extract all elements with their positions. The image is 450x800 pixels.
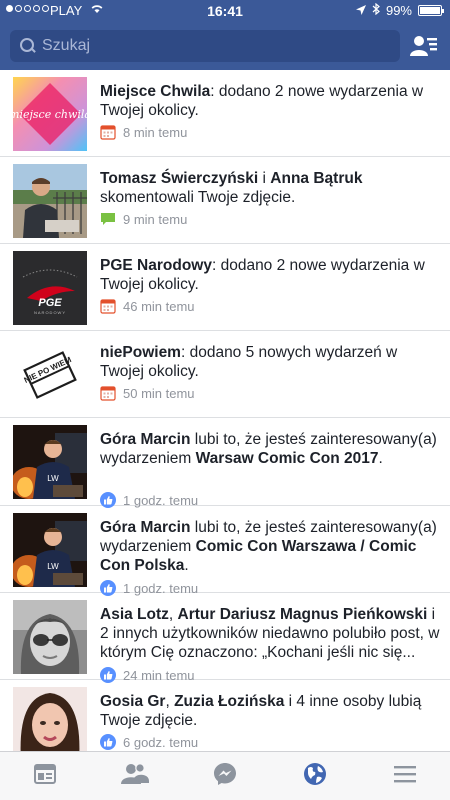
notification-item[interactable]: PGE NARODOWY PGE Narodowy: dodano 2 nowe…	[0, 244, 450, 331]
notification-actor-2: Anna Bątruk	[270, 170, 363, 187]
notification-time: 50 min temu	[123, 385, 195, 401]
notification-item[interactable]: LW Góra Marcin lubi to, że jesteś zainte…	[0, 418, 450, 508]
notification-time: 6 godz. temu	[123, 734, 199, 750]
like-icon	[100, 734, 116, 750]
notification-event: Warsaw Comic Con 2017	[195, 450, 379, 467]
notification-text: Gosia Gr, Zuzia Łozińska i 4 inne osoby …	[100, 692, 440, 730]
thumb-pge-subtext: NARODOWY	[34, 310, 66, 315]
notification-meta: 9 min temu	[100, 211, 187, 227]
bluetooth-icon	[372, 2, 380, 18]
notification-body: skomentowali Twoje zdjęcie.	[100, 189, 296, 206]
notification-item[interactable]: NIE PO WIEM niePowiem: dodano 5 nowych w…	[0, 331, 450, 418]
notification-item[interactable]: Asia Lotz, Artur Dariusz Magnus Pieńkows…	[0, 593, 450, 683]
thumb-miejsce-text: miejsce chwila	[13, 108, 87, 121]
notification-meta: 6 godz. temu	[100, 734, 198, 750]
page-thumbnail-niepowiem: NIE PO WIEM	[13, 338, 87, 412]
news-feed-icon	[34, 763, 56, 789]
svg-text:LW: LW	[47, 562, 59, 571]
tab-messenger[interactable]	[180, 752, 270, 800]
notification-text: Miejsce Chwila: dodano 2 nowe wydarzenia…	[100, 82, 440, 120]
notifications-globe-icon	[303, 762, 327, 791]
notification-meta: 46 min temu	[100, 298, 195, 314]
top-bar: PLAY 16:41 99%	[0, 0, 450, 70]
search-input[interactable]	[42, 37, 382, 55]
notification-text: Tomasz Świerczyński i Anna Bątruk skomen…	[100, 169, 440, 207]
notification-actor-2: Artur Dariusz Magnus Pieńkowski	[177, 606, 428, 623]
avatar-asia-lotz	[13, 600, 87, 674]
avatar-gora-marcin: LW	[13, 425, 87, 499]
page-thumbnail-pge-narodowy: PGE NARODOWY	[13, 251, 87, 325]
tab-menu[interactable]	[360, 752, 450, 800]
notification-item[interactable]: LW Góra Marcin lubi to, że jesteś zainte…	[0, 506, 450, 596]
menu-icon	[394, 765, 416, 788]
thumb-pge-text: PGE	[38, 297, 62, 309]
search-icon	[18, 36, 38, 56]
notification-item[interactable]: Gosia Gr, Zuzia Łozińska i 4 inne osoby …	[0, 680, 450, 751]
notification-connector: i	[258, 170, 271, 187]
page-thumbnail-miejsce-chwila: miejsce chwila	[13, 77, 87, 151]
notification-meta: 50 min temu	[100, 385, 195, 401]
notification-text: niePowiem: dodano 5 nowych wydarzeń w Tw…	[100, 343, 440, 381]
friend-requests-icon	[121, 762, 149, 790]
svg-text:LW: LW	[47, 474, 59, 483]
notification-meta: 8 min temu	[100, 124, 187, 140]
tab-news-feed[interactable]	[0, 752, 90, 800]
bottom-tab-bar	[0, 751, 450, 800]
avatar-gosia-gr	[13, 687, 87, 751]
search-bar[interactable]	[10, 30, 400, 62]
notification-time: 8 min temu	[123, 124, 188, 140]
friends-list-icon[interactable]	[410, 33, 438, 59]
notification-actor: Gosia Gr	[100, 693, 166, 710]
calendar-icon	[100, 124, 116, 140]
notifications-list: miejsce chwila Miejsce Chwila: dodano 2 …	[0, 70, 450, 751]
tab-notifications[interactable]	[270, 752, 360, 800]
notification-time: 9 min temu	[123, 211, 188, 227]
calendar-icon	[100, 385, 116, 401]
notification-actor: Tomasz Świerczyński	[100, 170, 259, 187]
notification-actor: Góra Marcin	[100, 519, 191, 536]
notification-actor: Miejsce Chwila	[100, 83, 211, 100]
notification-text: Asia Lotz, Artur Dariusz Magnus Pieńkows…	[100, 605, 440, 662]
avatar-gora-marcin: LW	[13, 513, 87, 587]
notification-actor: PGE Narodowy	[100, 257, 212, 274]
tab-friend-requests[interactable]	[90, 752, 180, 800]
notification-end: .	[378, 450, 383, 467]
notification-actor: Góra Marcin	[100, 431, 191, 448]
notification-text: Góra Marcin lubi to, że jesteś zainteres…	[100, 518, 440, 575]
battery-percent: 99%	[385, 3, 412, 18]
messenger-icon	[213, 762, 237, 791]
notification-actor: niePowiem	[100, 344, 181, 361]
notification-time: 46 min temu	[123, 298, 195, 314]
notification-item[interactable]: Tomasz Świerczyński i Anna Bątruk skomen…	[0, 157, 450, 244]
notification-connector: ,	[165, 693, 175, 710]
calendar-icon	[100, 298, 116, 314]
notification-connector: ,	[168, 606, 178, 623]
status-bar: PLAY 16:41 99%	[0, 0, 450, 22]
battery-icon	[418, 5, 444, 16]
notification-text: Góra Marcin lubi to, że jesteś zainteres…	[100, 430, 440, 468]
notification-actor-2: Zuzia Łozińska	[174, 693, 285, 710]
notification-actor: Asia Lotz	[100, 606, 169, 623]
notification-text: PGE Narodowy: dodano 2 nowe wydarzenia w…	[100, 256, 440, 294]
notification-end: .	[184, 557, 189, 574]
comment-icon	[100, 211, 116, 227]
location-arrow-icon	[355, 3, 366, 18]
avatar-tomasz	[13, 164, 87, 238]
notification-item[interactable]: miejsce chwila Miejsce Chwila: dodano 2 …	[0, 70, 450, 157]
